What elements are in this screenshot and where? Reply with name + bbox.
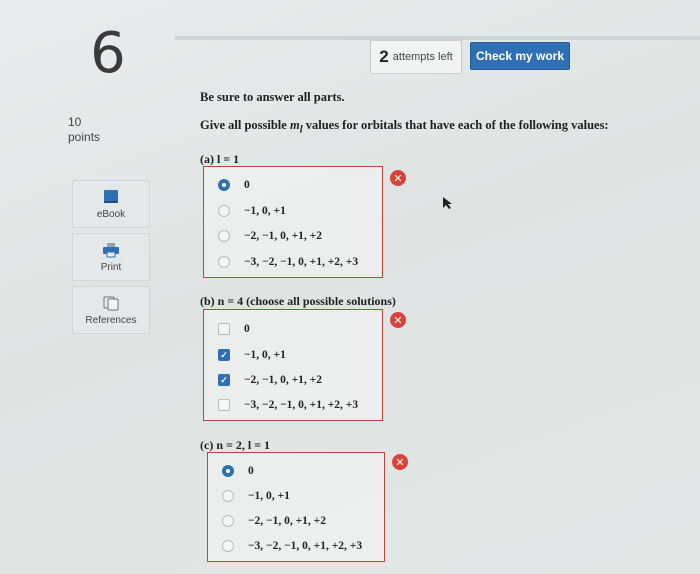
print-button[interactable]: Print [72, 233, 150, 281]
prompt-variable: m [289, 118, 300, 132]
part-a-label: (a) l = 1 [200, 152, 240, 166]
incorrect-icon: ✕ [390, 312, 406, 328]
part-a-option[interactable]: 0 [204, 174, 382, 196]
part-b-option[interactable]: −3, −2, −1, 0, +1, +2, +3 [204, 394, 382, 416]
checkbox-indicator [218, 323, 230, 335]
option-label: 0 [244, 179, 250, 191]
radio-button[interactable] [222, 540, 234, 552]
radio-button[interactable] [218, 179, 230, 191]
radio-button[interactable] [218, 256, 230, 268]
ebook-label: eBook [96, 208, 126, 220]
references-label: References [85, 314, 137, 326]
radio-button[interactable] [218, 230, 230, 242]
part-c-option[interactable]: 0 [208, 460, 384, 482]
part-a-answer-box: 0 −1, 0, +1 −2, −1, 0, +1, +2 −3, −2, −1… [203, 166, 383, 278]
radio-button[interactable] [222, 465, 234, 477]
radio-indicator [222, 540, 234, 552]
radio-indicator [218, 256, 230, 268]
part-a-option[interactable]: −2, −1, 0, +1, +2 [204, 225, 382, 247]
checkbox[interactable]: ✓ [218, 349, 230, 361]
part-b-label: (b) n = 4 (choose all possible solutions… [200, 294, 396, 308]
check-my-work-button[interactable]: Check my work [470, 42, 570, 70]
prompt-after: values for orbitals that have each of th… [302, 118, 609, 132]
part-c-option[interactable]: −1, 0, +1 [208, 485, 384, 507]
part-b-option[interactable]: ✓ −1, 0, +1 [204, 344, 382, 366]
checkbox-checked-icon: ✓ [218, 374, 230, 386]
checkbox[interactable]: ✓ [218, 374, 230, 386]
part-c-option[interactable]: −2, −1, 0, +1, +2 [208, 510, 384, 532]
ebook-button[interactable]: eBook [72, 180, 150, 228]
incorrect-icon: ✕ [392, 454, 408, 470]
option-label: −3, −2, −1, 0, +1, +2, +3 [248, 540, 363, 552]
part-c-answer-box: 0 −1, 0, +1 −2, −1, 0, +1, +2 −3, −2, −1… [207, 452, 385, 562]
checkbox[interactable] [218, 399, 230, 411]
part-b-option[interactable]: ✓ −2, −1, 0, +1, +2 [204, 369, 382, 391]
radio-indicator [222, 490, 234, 502]
part-c-label: (c) n = 2, l = 1 [200, 438, 271, 452]
attempts-count: 2 [379, 47, 389, 66]
references-icon [103, 296, 119, 310]
part-c-option[interactable]: −3, −2, −1, 0, +1, +2, +3 [208, 535, 384, 557]
points-value: 10 [68, 115, 82, 129]
option-label: −2, −1, 0, +1, +2 [248, 515, 326, 527]
question-number: 6 [90, 20, 126, 86]
mouse-cursor-icon [443, 197, 452, 209]
checkbox-checked-icon: ✓ [218, 349, 230, 361]
question-prompt: Give all possible ml values for orbitals… [200, 118, 609, 136]
prompt-before: Give all possible [200, 118, 290, 132]
option-label: −3, −2, −1, 0, +1, +2, +3 [244, 399, 359, 411]
option-label: −1, 0, +1 [248, 490, 290, 502]
option-label: −2, −1, 0, +1, +2 [244, 230, 322, 242]
part-b-option[interactable]: 0 [204, 318, 382, 340]
option-label: −1, 0, +1 [244, 205, 286, 217]
radio-selected-indicator [222, 465, 234, 477]
points-info: 10 points [68, 115, 100, 145]
part-a-option[interactable]: −1, 0, +1 [204, 200, 382, 222]
part-b-answer-box: 0 ✓ −1, 0, +1 ✓ −2, −1, 0, +1, +2 −3, −2… [203, 309, 383, 421]
radio-indicator [218, 205, 230, 217]
checkbox-indicator [218, 399, 230, 411]
book-icon [104, 189, 118, 203]
points-label: points [68, 130, 101, 144]
references-button[interactable]: References [72, 286, 150, 334]
instruction-text: Be sure to answer all parts. [200, 90, 345, 104]
incorrect-icon: ✕ [390, 170, 406, 186]
option-label: 0 [248, 465, 254, 477]
radio-button[interactable] [222, 515, 234, 527]
option-label: −1, 0, +1 [244, 349, 286, 361]
part-a-option[interactable]: −3, −2, −1, 0, +1, +2, +3 [204, 251, 382, 273]
option-label: −3, −2, −1, 0, +1, +2, +3 [244, 256, 359, 268]
radio-selected-indicator [218, 179, 230, 191]
printer-icon [103, 242, 119, 257]
radio-button[interactable] [218, 205, 230, 217]
radio-indicator [218, 230, 230, 242]
option-label: −2, −1, 0, +1, +2 [244, 374, 322, 386]
option-label: 0 [244, 323, 250, 335]
radio-indicator [222, 515, 234, 527]
print-label: Print [100, 261, 122, 273]
checkbox[interactable] [218, 323, 230, 335]
attempts-label: attempts left [392, 51, 453, 63]
radio-button[interactable] [222, 490, 234, 502]
attempts-indicator: 2 attempts left [370, 40, 462, 74]
